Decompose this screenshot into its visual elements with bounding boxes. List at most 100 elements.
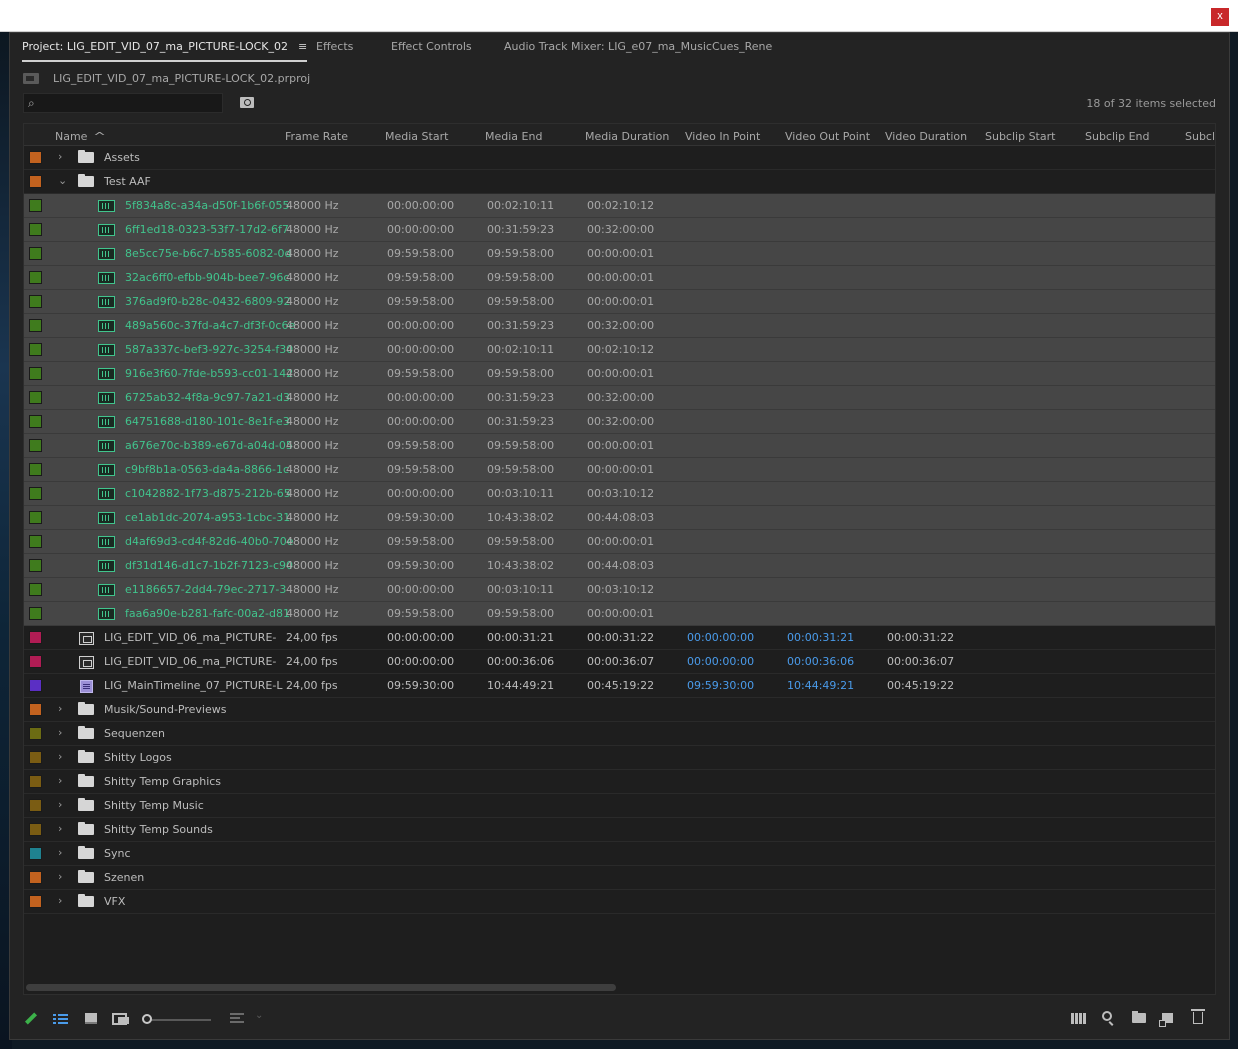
automate-to-sequence-icon[interactable] xyxy=(1071,1013,1086,1024)
video-out-point-cell[interactable]: 00:00:36:06 xyxy=(787,655,854,668)
label-color-swatch[interactable] xyxy=(29,391,42,404)
search-field[interactable]: ⌕ xyxy=(23,93,223,113)
col-video-out-point[interactable]: Video Out Point xyxy=(785,130,870,143)
table-row[interactable]: 6725ab32-4f8a-9c97-7a21-d3 48000 Hz 00:00:… xyxy=(24,386,1215,410)
label-color-swatch[interactable] xyxy=(29,151,42,164)
chevron-right-icon[interactable]: › xyxy=(58,750,70,764)
table-row[interactable]: d4af69d3-cd4f-82d6-40b0-70e 48000 Hz 09:59… xyxy=(24,530,1215,554)
bin-row[interactable]: › VFX xyxy=(24,890,1215,914)
label-color-swatch[interactable] xyxy=(29,871,42,884)
col-media-duration[interactable]: Media Duration xyxy=(585,130,669,143)
col-frame-rate[interactable]: Frame Rate xyxy=(285,130,348,143)
label-color-swatch[interactable] xyxy=(29,583,42,596)
label-color-swatch[interactable] xyxy=(29,295,42,308)
table-row[interactable]: c1042882-1f73-d875-212b-65 48000 Hz 00:00:… xyxy=(24,482,1215,506)
panel-menu-icon[interactable]: ≡ xyxy=(298,40,307,53)
pencil-icon[interactable] xyxy=(24,1013,36,1025)
label-color-swatch[interactable] xyxy=(29,343,42,356)
col-media-start[interactable]: Media Start xyxy=(385,130,448,143)
table-row[interactable]: 5f834a8c-a34a-d50f-1b6f-055 48000 Hz 00:00… xyxy=(24,194,1215,218)
col-video-duration[interactable]: Video Duration xyxy=(885,130,967,143)
close-button[interactable]: x xyxy=(1211,8,1229,26)
list-view-icon[interactable] xyxy=(53,1013,68,1025)
label-color-swatch[interactable] xyxy=(29,847,42,860)
label-color-swatch[interactable] xyxy=(29,607,42,620)
bin-row[interactable]: › Szenen xyxy=(24,866,1215,890)
bin-row[interactable]: › Shitty Temp Music xyxy=(24,794,1215,818)
table-row[interactable]: c9bf8b1a-0563-da4a-8866-1c 48000 Hz 09:59:… xyxy=(24,458,1215,482)
label-color-swatch[interactable] xyxy=(29,727,42,740)
bin-row[interactable]: › Assets xyxy=(24,146,1215,170)
zoom-slider-thumb[interactable] xyxy=(142,1014,152,1024)
tab-effect-controls[interactable]: Effect Controls xyxy=(391,40,472,62)
chevron-right-icon[interactable]: › xyxy=(58,822,70,836)
new-search-bin-icon[interactable] xyxy=(240,97,254,108)
tab-audio-track-mixer[interactable]: Audio Track Mixer: LIG_e07_ma_MusicCues_… xyxy=(504,40,772,62)
label-color-swatch[interactable] xyxy=(29,655,42,668)
horizontal-scrollbar[interactable] xyxy=(26,984,616,991)
table-row[interactable]: faa6a90e-b281-fafc-00a2-d81 48000 Hz 09:59… xyxy=(24,602,1215,626)
bin-row[interactable]: ⌄ Test AAF xyxy=(24,170,1215,194)
label-color-swatch[interactable] xyxy=(29,367,42,380)
label-color-swatch[interactable] xyxy=(29,823,42,836)
tab-effects[interactable]: Effects xyxy=(316,40,353,62)
bin-row[interactable]: › Sequenzen xyxy=(24,722,1215,746)
label-color-swatch[interactable] xyxy=(29,703,42,716)
table-row[interactable]: 587a337c-bef3-927c-3254-f30 48000 Hz 00:00… xyxy=(24,338,1215,362)
chevron-down-icon[interactable]: ⌄ xyxy=(58,174,70,188)
table-row[interactable]: ce1ab1dc-2074-a953-1cbc-31 48000 Hz 09:59:… xyxy=(24,506,1215,530)
label-color-swatch[interactable] xyxy=(29,511,42,524)
label-color-swatch[interactable] xyxy=(29,247,42,260)
label-color-swatch[interactable] xyxy=(29,631,42,644)
table-row[interactable]: LIG_MainTimeline_07_PICTURE-L 24,00 fps 09… xyxy=(24,674,1215,698)
table-row[interactable]: 6ff1ed18-0323-53f7-17d2-6f7 48000 Hz 00:00… xyxy=(24,218,1215,242)
chevron-right-icon[interactable]: › xyxy=(58,798,70,812)
bin-row[interactable]: › Shitty Temp Graphics xyxy=(24,770,1215,794)
chevron-right-icon[interactable]: › xyxy=(58,846,70,860)
label-color-swatch[interactable] xyxy=(29,223,42,236)
table-row[interactable]: 916e3f60-7fde-b593-cc01-142 48000 Hz 09:59… xyxy=(24,362,1215,386)
video-out-point-cell[interactable]: 00:00:31:21 xyxy=(787,631,854,644)
label-color-swatch[interactable] xyxy=(29,175,42,188)
icon-view-icon[interactable] xyxy=(85,1013,97,1024)
col-subclip[interactable]: Subclip xyxy=(1185,130,1215,143)
label-color-swatch[interactable] xyxy=(29,463,42,476)
label-color-swatch[interactable] xyxy=(29,319,42,332)
label-color-swatch[interactable] xyxy=(29,559,42,572)
col-name[interactable]: Name ^ xyxy=(55,130,106,143)
table-row[interactable]: 8e5cc75e-b6c7-b585-6082-0d 48000 Hz 09:59:… xyxy=(24,242,1215,266)
chevron-right-icon[interactable]: › xyxy=(58,774,70,788)
zoom-slider[interactable] xyxy=(143,1019,211,1021)
table-row[interactable]: 489a560c-37fd-a4c7-df3f-0c6e 48000 Hz 00:0… xyxy=(24,314,1215,338)
col-subclip-start[interactable]: Subclip Start xyxy=(985,130,1055,143)
label-color-swatch[interactable] xyxy=(29,271,42,284)
bin-row[interactable]: › Sync xyxy=(24,842,1215,866)
label-color-swatch[interactable] xyxy=(29,679,42,692)
bin-row[interactable]: › Shitty Logos xyxy=(24,746,1215,770)
find-icon[interactable] xyxy=(1102,1011,1112,1021)
table-row[interactable]: a676e70c-b389-e67d-a04d-05 48000 Hz 09:59:… xyxy=(24,434,1215,458)
video-out-point-cell[interactable]: 10:44:49:21 xyxy=(787,679,854,692)
new-bin-icon[interactable] xyxy=(1132,1011,1146,1023)
video-in-point-cell[interactable]: 09:59:30:00 xyxy=(687,679,754,692)
search-input[interactable] xyxy=(44,95,220,111)
label-color-swatch[interactable] xyxy=(29,487,42,500)
table-row[interactable]: 64751688-d180-101c-8e1f-e3 48000 Hz 00:00:… xyxy=(24,410,1215,434)
label-color-swatch[interactable] xyxy=(29,415,42,428)
label-color-swatch[interactable] xyxy=(29,775,42,788)
chevron-right-icon[interactable]: › xyxy=(58,702,70,716)
table-row[interactable]: 376ad9f0-b28c-0432-6809-92 48000 Hz 09:59:… xyxy=(24,290,1215,314)
table-row[interactable]: LIG_EDIT_VID_06_ma_PICTURE- 24,00 fps 00:0… xyxy=(24,626,1215,650)
chevron-right-icon[interactable]: › xyxy=(58,894,70,908)
table-row[interactable]: LIG_EDIT_VID_06_ma_PICTURE- 24,00 fps 00:0… xyxy=(24,650,1215,674)
bin-row[interactable]: › Musik/Sound-Previews xyxy=(24,698,1215,722)
bin-row[interactable]: › Shitty Temp Sounds xyxy=(24,818,1215,842)
label-color-swatch[interactable] xyxy=(29,895,42,908)
video-in-point-cell[interactable]: 00:00:00:00 xyxy=(687,655,754,668)
sort-dropdown-chevron-icon[interactable]: ⌄ xyxy=(255,1010,263,1024)
video-in-point-cell[interactable]: 00:00:00:00 xyxy=(687,631,754,644)
col-subclip-end[interactable]: Subclip End xyxy=(1085,130,1149,143)
chevron-right-icon[interactable]: › xyxy=(58,150,70,164)
trash-icon[interactable] xyxy=(1191,1009,1205,1024)
freeform-view-icon[interactable] xyxy=(112,1013,129,1025)
